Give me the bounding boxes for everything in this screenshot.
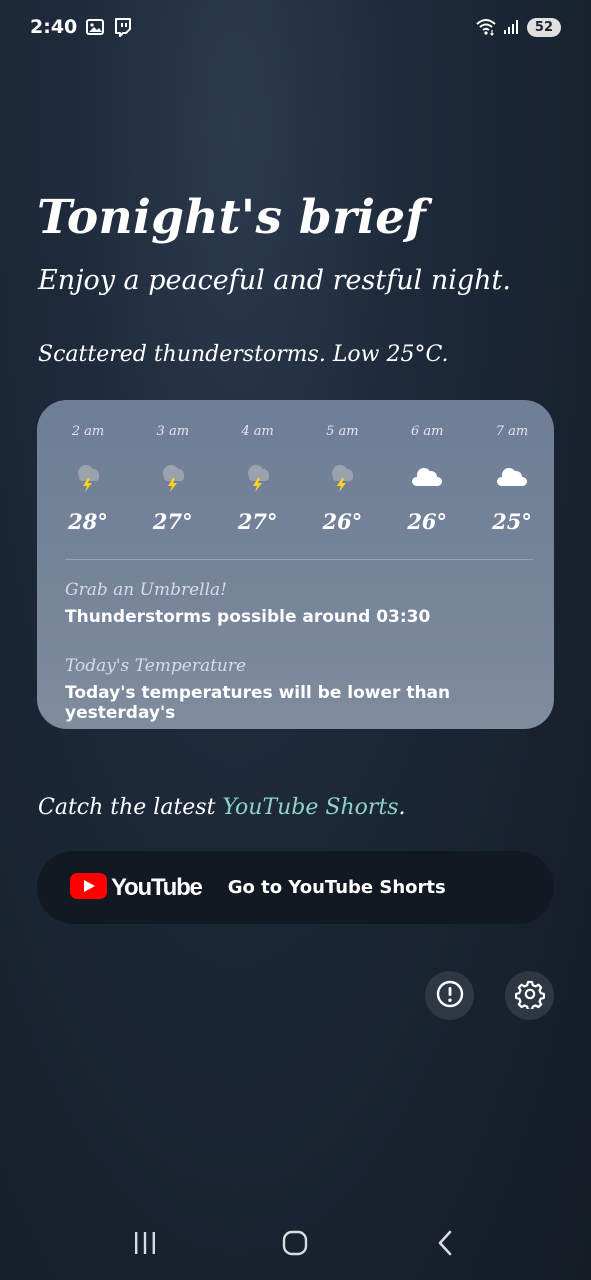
status-time: 2:40 [30,16,78,38]
youtube-caption-suffix: . [398,795,406,820]
status-left: 2:40 [30,16,133,38]
home-button[interactable] [275,1225,315,1265]
hour-forecast: 5 am 26° [305,424,379,534]
page-subtitle: Enjoy a peaceful and restful night. [38,265,511,296]
thunderstorm-icon [70,458,106,494]
thunderstorm-icon [324,458,360,494]
youtube-shorts-button-label: Go to YouTube Shorts [227,877,446,898]
youtube-caption-prefix: Catch the latest [38,795,223,820]
cloud-icon [409,458,445,494]
info-icon [435,979,465,1013]
battery-indicator: 52 [526,17,561,37]
hourly-forecast: 2 am 28° 3 am 27° 4 am 27° 5 am 26° 6 am… [51,424,549,534]
status-right: 52 [475,17,561,37]
hour-temp: 26° [322,509,363,534]
thunderstorm-icon [155,458,191,494]
hour-forecast: 4 am 27° [221,424,295,534]
youtube-logo: YouTube [70,872,203,903]
hour-temp: 27° [237,509,278,534]
youtube-shorts-button[interactable]: YouTube Go to YouTube Shorts [37,851,554,924]
navigation-bar [0,1210,591,1280]
signal-icon [501,17,521,37]
hour-time: 3 am [156,424,190,439]
card-divider [65,559,533,560]
wifi-icon [475,17,496,37]
recents-button[interactable] [125,1225,165,1265]
youtube-shorts-link[interactable]: YouTube Shorts [222,795,398,820]
hour-time: 5 am [326,424,359,439]
home-icon [281,1229,309,1261]
status-bar: 2:40 52 [0,0,591,54]
info-button[interactable] [425,971,474,1020]
hour-temp: 28° [68,509,108,534]
hour-temp: 25° [492,509,532,534]
forecast-card[interactable]: 2 am 28° 3 am 27° 4 am 27° 5 am 26° 6 am… [37,400,554,729]
temperature-alert-text: Today's temperatures will be lower than … [65,683,451,723]
cloud-icon [494,458,530,494]
temperature-alert-heading: Today's Temperature [65,656,247,676]
youtube-play-icon [70,872,107,903]
hour-time: 6 am [410,424,444,439]
youtube-wordmark: YouTube [111,873,203,901]
recents-icon [131,1230,159,1260]
umbrella-alert-text: Thunderstorms possible around 03:30 [65,607,431,627]
gear-icon [514,979,545,1013]
hour-forecast: 6 am 26° [390,424,464,534]
hour-forecast: 3 am 27° [136,424,210,534]
hour-temp: 27° [152,509,193,534]
hour-forecast: 2 am 28° [51,424,125,534]
back-icon [434,1229,458,1261]
hour-time: 4 am [241,424,274,439]
youtube-caption: Catch the latest YouTube Shorts. [38,795,406,820]
page-title: Tonight's brief [37,190,427,245]
hour-time: 7 am [495,424,529,439]
hour-temp: 26° [407,509,448,534]
umbrella-alert-heading: Grab an Umbrella! [65,580,227,600]
twitch-icon [113,17,133,37]
image-icon [85,17,105,37]
hour-forecast: 7 am 25° [475,424,549,534]
back-button[interactable] [426,1225,466,1265]
thunderstorm-icon [240,458,276,494]
settings-button[interactable] [505,971,554,1020]
hour-time: 2 am [71,424,105,439]
weather-summary: Scattered thunderstorms. Low 25°C. [38,342,449,367]
